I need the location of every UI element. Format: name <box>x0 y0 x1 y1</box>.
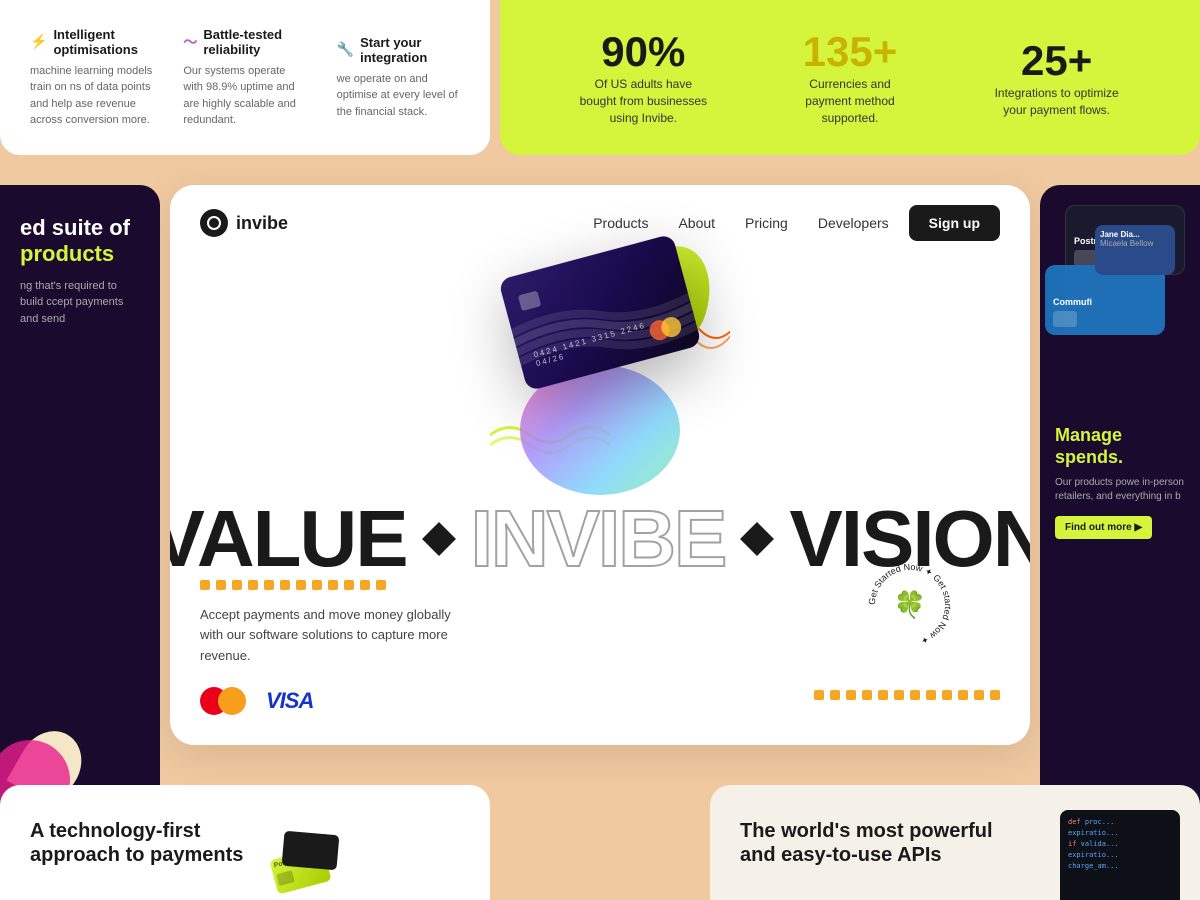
bottom-card-visual: Postmates <box>258 798 338 888</box>
rdot-6 <box>894 690 904 700</box>
wave-icon: 〜 <box>183 32 197 52</box>
mc-circle-yellow <box>218 687 246 715</box>
feature-desc-3: we operate on and optimise at every leve… <box>337 71 460 121</box>
hero-title-value: VALUE <box>170 493 407 585</box>
stats-strip: 90% Of US adults have bought from busine… <box>500 0 1200 155</box>
card-visual: 0424 1421 3315 2246 04/26 <box>460 235 740 515</box>
left-panel-highlight: products <box>20 241 114 266</box>
right-panel-bottom: Managespends. Our products powe in-perso… <box>1055 425 1185 539</box>
stat-value-1: 90% <box>578 28 708 76</box>
rdot-4 <box>862 690 872 700</box>
hero-description: Accept payments and move money globally … <box>200 605 460 667</box>
stat-desc-2: Currencies and payment method supported. <box>785 76 915 126</box>
bottom-right-heading: The world's most powerful and easy-to-us… <box>740 819 993 867</box>
mastercard-logo <box>200 687 246 715</box>
nav-link-developers[interactable]: Developers <box>818 215 889 231</box>
stat-value-3: 25+ <box>992 37 1122 85</box>
diamond-icon-left <box>422 522 456 556</box>
dark-mini-card <box>282 830 340 870</box>
hero-card: invibe Products About Pricing Developers… <box>170 185 1030 745</box>
nav-link-products[interactable]: Products <box>593 215 648 231</box>
commufi-label: Commufi <box>1053 297 1157 307</box>
right-panel-desc: Our products powe in-person retailers, a… <box>1055 476 1185 504</box>
code-line-1: def proc... <box>1068 818 1172 826</box>
stat-desc-1: Of US adults have bought from businesses… <box>578 76 708 126</box>
navbar: invibe Products About Pricing Developers… <box>170 185 1030 261</box>
code-line-2: expiratio... <box>1068 829 1172 837</box>
stat-item-1: 90% Of US adults have bought from busine… <box>578 28 708 126</box>
left-panel-heading: ed suite of products <box>20 215 140 268</box>
logo: invibe <box>200 209 288 237</box>
feature-desc-2: Our systems operate with 98.9% uptime an… <box>183 63 306 129</box>
left-panel-desc: ng that's required to build ccept paymen… <box>20 278 140 328</box>
features-card: ⚡ Intelligent optimisations machine lear… <box>0 0 490 155</box>
feature-optimisations: ⚡ Intelligent optimisations machine lear… <box>30 27 153 129</box>
diamond-icon-right <box>740 522 774 556</box>
rdot-9 <box>942 690 952 700</box>
rdot-12 <box>990 690 1000 700</box>
manage-heading: Managespends. <box>1055 425 1185 468</box>
stat-item-3: 25+ Integrations to optimize your paymen… <box>992 37 1122 119</box>
feature-integration: 🔧 Start your integration we operate on a… <box>337 35 460 121</box>
feature-title-2: 〜 Battle-tested reliability <box>183 27 306 57</box>
code-line-4: expiratio... <box>1068 851 1172 859</box>
rdot-8 <box>926 690 936 700</box>
rdot-1 <box>814 690 824 700</box>
stat-item-2: 135+ Currencies and payment method suppo… <box>785 28 915 126</box>
code-line-5: charge_am... <box>1068 862 1172 870</box>
hero-left-content: Accept payments and move money globally … <box>200 580 460 715</box>
rdot-10 <box>958 690 968 700</box>
nav-link-pricing[interactable]: Pricing <box>745 215 788 231</box>
payment-logos: VISA <box>200 687 460 715</box>
feature-title-3: 🔧 Start your integration <box>337 35 460 65</box>
bottom-left-panel: A technology-first approach to payments … <box>0 785 490 900</box>
rdot-2 <box>830 690 840 700</box>
rdot-3 <box>846 690 856 700</box>
code-preview: def proc... expiratio... if valida... ex… <box>1060 810 1180 900</box>
circular-badge: Get Started Now ✦ Get started Now ✦ 🍀 <box>860 555 960 655</box>
rdot-11 <box>974 690 984 700</box>
visa-logo: VISA <box>266 688 313 714</box>
logo-text: invibe <box>236 213 288 234</box>
jane-card: Jane Dia... Micaela Bellow <box>1095 225 1175 275</box>
signup-button[interactable]: Sign up <box>909 205 1000 241</box>
nav-links: Products About Pricing Developers <box>593 215 888 231</box>
stat-value-2: 135+ <box>785 28 915 76</box>
lightning-icon: ⚡ <box>30 33 47 50</box>
code-line-3: if valida... <box>1068 840 1172 848</box>
feature-title: ⚡ Intelligent optimisations <box>30 27 153 57</box>
find-out-button[interactable]: Find out more ▶ <box>1055 516 1152 539</box>
logo-icon <box>200 209 228 237</box>
dots-right <box>814 690 1000 700</box>
feature-reliability: 〜 Battle-tested reliability Our systems … <box>183 27 306 129</box>
stat-desc-3: Integrations to optimize your payment fl… <box>992 85 1122 119</box>
bottom-left-heading: A technology-first approach to payments <box>30 819 243 867</box>
nav-link-about[interactable]: About <box>678 215 715 231</box>
logo-icon-inner <box>207 216 221 230</box>
rdot-7 <box>910 690 920 700</box>
wrench-icon: 🔧 <box>337 41 354 58</box>
clover-icon: 🍀 <box>894 590 926 621</box>
hero-right-dots <box>814 690 1000 715</box>
rdot-5 <box>878 690 888 700</box>
feature-desc: machine learning models train on ns of d… <box>30 63 153 129</box>
commufi-card: Commufi <box>1045 265 1165 335</box>
bottom-right-panel: The world's most powerful and easy-to-us… <box>710 785 1200 900</box>
card-previews: Postm... Commufi Jane Dia... Micaela Bel… <box>1055 205 1185 405</box>
